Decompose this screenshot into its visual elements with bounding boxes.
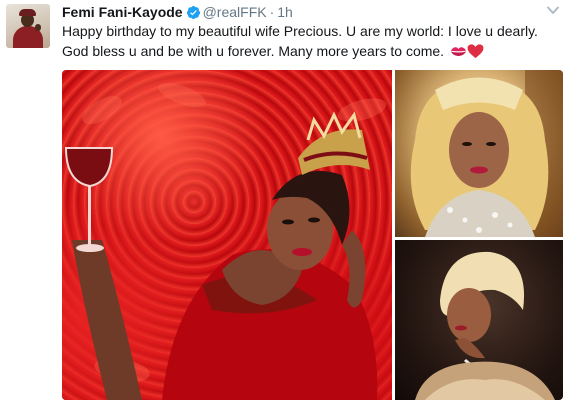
separator-dot: ·	[269, 4, 275, 20]
avatar-hand-shape	[35, 24, 41, 31]
photo-bottom-right[interactable]	[395, 240, 563, 400]
avatar[interactable]	[6, 4, 50, 48]
media-grid	[62, 70, 563, 400]
tweet: Femi Fani-Kayode @realFFK · 1h Happy birth…	[0, 0, 565, 404]
tweet-text-container: Happy birthday to my beautiful wife Prec…	[62, 21, 557, 61]
author-name[interactable]: Femi Fani-Kayode	[62, 4, 183, 20]
author-handle[interactable]: @realFFK	[203, 4, 267, 20]
tweet-header: Femi Fani-Kayode @realFFK · 1h	[62, 3, 293, 21]
red-heart-icon	[467, 44, 484, 59]
photo-main[interactable]	[62, 70, 392, 400]
photo-main-illustration	[64, 82, 387, 400]
photo-bottom-right-illustration	[415, 251, 555, 400]
verified-badge-icon	[186, 5, 200, 20]
photo-top-right-illustration	[410, 70, 563, 237]
kiss-mark-icon	[450, 47, 467, 56]
tweet-timestamp[interactable]: 1h	[277, 4, 293, 20]
photo-top-right[interactable]	[395, 70, 563, 237]
chevron-down-icon[interactable]	[547, 6, 559, 15]
avatar-cap-shape	[19, 9, 36, 16]
